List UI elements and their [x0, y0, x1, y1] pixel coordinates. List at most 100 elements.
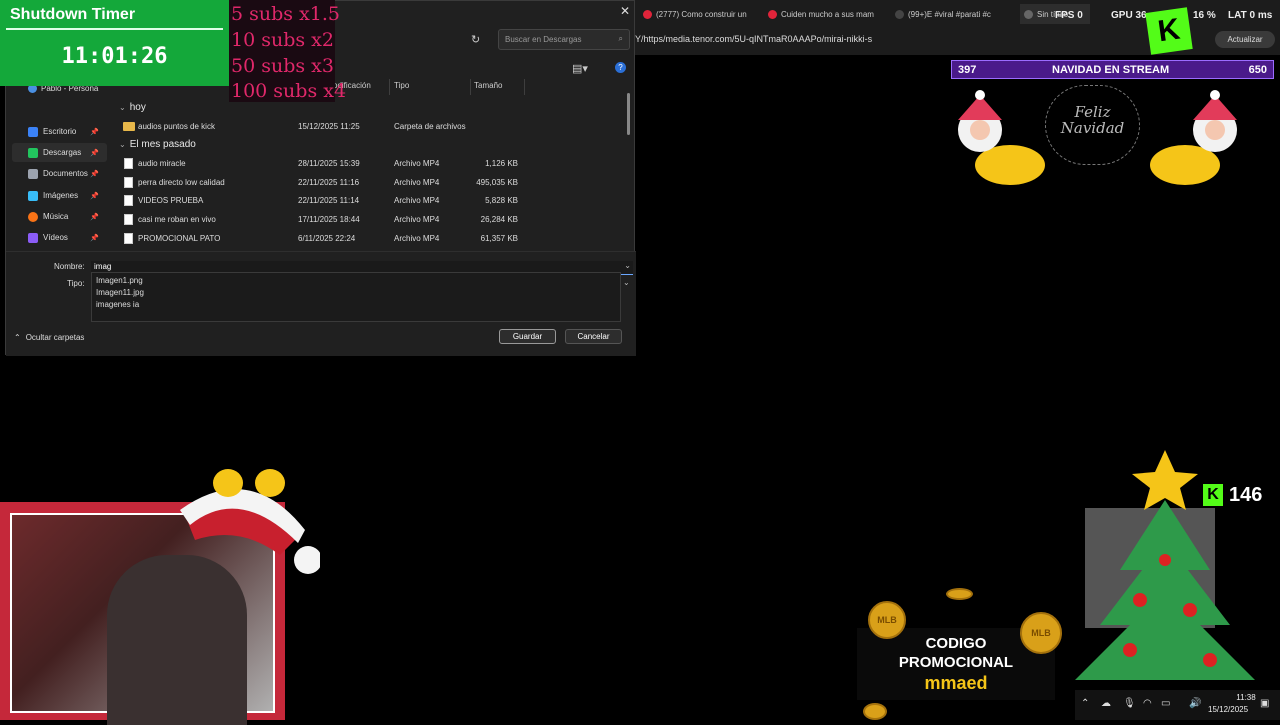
address-bar[interactable]: Y/https/media.tenor.com/5U-qINTmaR0AAAPo…	[635, 34, 872, 44]
update-label: Actualizar	[1227, 35, 1263, 44]
navigation-pane: Escritorio 📌 Descargas 📌 Documentos 📌 Imáge…	[6, 79, 109, 249]
scrollbar[interactable]	[627, 93, 630, 135]
subs-line: 10 subs x2	[231, 29, 334, 51]
clock-time[interactable]: 11:38	[1231, 693, 1261, 702]
group-header-today[interactable]: ⌄ hoy	[119, 102, 146, 113]
timer-value: 11:01:26	[61, 44, 168, 69]
music-icon	[28, 211, 38, 222]
banner-right-value: 650	[1248, 64, 1267, 76]
desktop-icon	[28, 126, 38, 137]
column-separator	[389, 79, 390, 95]
subs-multipliers: 5 subs x1.5 10 subs x2 50 subs x3 100 su…	[229, 0, 346, 102]
taskbar-tray: ⌃ ☁ 🎙 ◠ ▭ 🔊 11:38 15/12/2025 ▣	[1075, 690, 1280, 720]
pin-icon: 📌	[90, 128, 99, 136]
column-size[interactable]: Tamaño	[474, 81, 502, 90]
wifi-icon[interactable]: ◠	[1143, 698, 1152, 709]
coin-icon	[946, 588, 973, 600]
microphone-icon[interactable]: 🎙	[1123, 698, 1136, 709]
subs-line: 50 subs x3	[231, 55, 334, 77]
promo-code: mmaed	[924, 673, 988, 693]
file-row[interactable]: VIDEOS PRUEBA 22/11/2025 11:14 Archivo M…	[123, 192, 533, 209]
file-icon	[124, 233, 133, 244]
timer-title: Shutdown Timer	[10, 6, 136, 23]
cpu-stat: 16 %	[1193, 10, 1216, 21]
file-row[interactable]: PROMOCIONAL PATO 6/11/2025 22:24 Archivo…	[123, 230, 533, 247]
browser-tab[interactable]: (99+)E #viral #parati #c	[895, 4, 1015, 24]
suggestion-item[interactable]: Imagen1.png	[96, 276, 143, 285]
shutdown-timer: Shutdown Timer 11:01:26	[0, 0, 229, 86]
type-label: Tipo:	[67, 279, 85, 288]
cloud-icon[interactable]: ☁	[1101, 698, 1111, 709]
subs-line: 100 subs x4	[231, 80, 347, 102]
browser-tab[interactable]: Cuiden mucho a sus mam	[768, 4, 886, 24]
feliz-navidad-text: Feliz Navidad	[1045, 85, 1140, 165]
column-separator	[524, 79, 525, 95]
update-button[interactable]: Actualizar	[1215, 31, 1275, 48]
banner-title: NAVIDAD EN STREAM	[1052, 64, 1170, 76]
nav-item-escritorio[interactable]: Escritorio 📌	[12, 122, 107, 141]
kick-logo: K	[1145, 7, 1193, 55]
santa-duck-icon	[958, 90, 1045, 185]
nav-item-musica[interactable]: Música 📌	[12, 207, 107, 226]
file-row[interactable]: audio miracle 28/11/2025 15:39 Archivo M…	[123, 155, 533, 172]
tab-label: Cuiden mucho a sus mam	[781, 9, 874, 19]
tab-label: (99+)E #viral #parati #c	[908, 9, 991, 19]
promo-line-2: PROMOCIONAL	[898, 654, 1014, 671]
column-type[interactable]: Tipo	[394, 81, 409, 90]
clock-date[interactable]: 15/12/2025	[1208, 705, 1248, 714]
refresh-icon[interactable]: ↻	[471, 33, 480, 46]
browser-tab[interactable]: (2777) Como construir un	[643, 4, 761, 24]
coin-icon: MLB	[868, 601, 906, 639]
hide-folders-toggle[interactable]: ⌃ Ocultar carpetas	[14, 333, 84, 342]
santa-duck-icon	[1150, 90, 1237, 185]
chevron-up-icon[interactable]: ⌃	[1081, 698, 1089, 709]
chevron-down-icon: ⌄	[119, 140, 126, 149]
group-header-last-month[interactable]: ⌄ El mes pasado	[119, 139, 196, 150]
nav-item-descargas[interactable]: Descargas 📌	[12, 143, 107, 162]
nav-item-documentos[interactable]: Documentos 📌	[12, 164, 107, 183]
youtube-icon	[643, 9, 652, 19]
name-label: Nombre:	[54, 262, 85, 271]
file-icon	[124, 177, 133, 188]
chevron-down-icon[interactable]: ⌄	[624, 261, 631, 270]
streamer	[107, 555, 247, 725]
volume-icon[interactable]: 🔊	[1189, 698, 1201, 709]
chevron-up-icon: ⌃	[14, 333, 21, 342]
type-dropdown-chevron-icon[interactable]: ⌄	[623, 278, 630, 287]
tiktok-icon	[768, 9, 777, 19]
fps-stat: FPS 0	[1055, 10, 1083, 21]
help-icon[interactable]: ?	[615, 62, 626, 73]
latency-stat: LAT 0 ms	[1228, 10, 1273, 21]
subs-line: 5 subs x1.5	[231, 3, 340, 25]
file-icon	[124, 158, 133, 169]
autocomplete-list: Imagen1.png Imagen11.jpg imagenes ia	[91, 272, 621, 322]
view-options-icon[interactable]: ▤▾	[572, 62, 588, 75]
tab-label: (2777) Como construir un	[656, 9, 747, 19]
divider	[6, 28, 223, 30]
coin-icon	[863, 703, 887, 720]
save-button[interactable]: Guardar	[499, 329, 556, 344]
kick-count-value: 146	[1229, 483, 1263, 506]
suggestion-item[interactable]: Imagen11.jpg	[96, 288, 144, 297]
santa-hat-icon	[180, 469, 320, 574]
gpu-stat: GPU 36	[1111, 10, 1147, 21]
network-icon[interactable]: ▭	[1161, 698, 1170, 709]
suggestion-item[interactable]: imagenes ia	[96, 300, 139, 309]
file-row[interactable]: perra directo low calidad 22/11/2025 11:…	[123, 174, 533, 191]
close-icon[interactable]: ✕	[620, 4, 630, 18]
coin-icon: MLB	[1020, 612, 1062, 654]
cancel-button[interactable]: Cancelar	[565, 329, 622, 344]
search-input[interactable]: Buscar en Descargas ⌕	[498, 29, 630, 50]
file-row[interactable]: audios puntos de kick 15/12/2025 11:25 C…	[123, 118, 533, 135]
nav-item-imagenes[interactable]: Imágenes 📌	[12, 186, 107, 205]
kick-follower-count: K 146	[1203, 482, 1280, 508]
download-icon	[28, 147, 38, 158]
nav-item-videos[interactable]: Vídeos 📌	[12, 228, 107, 247]
stream-goal-banner: 397 NAVIDAD EN STREAM 650	[951, 60, 1274, 79]
pin-icon: 📌	[90, 213, 99, 221]
pin-icon: 📌	[90, 192, 99, 200]
file-row[interactable]: casi me roban en vivo 17/11/2025 18:44 A…	[123, 211, 533, 228]
notification-icon[interactable]: ▣	[1260, 698, 1269, 709]
document-icon	[28, 168, 38, 179]
video-icon	[28, 232, 38, 243]
